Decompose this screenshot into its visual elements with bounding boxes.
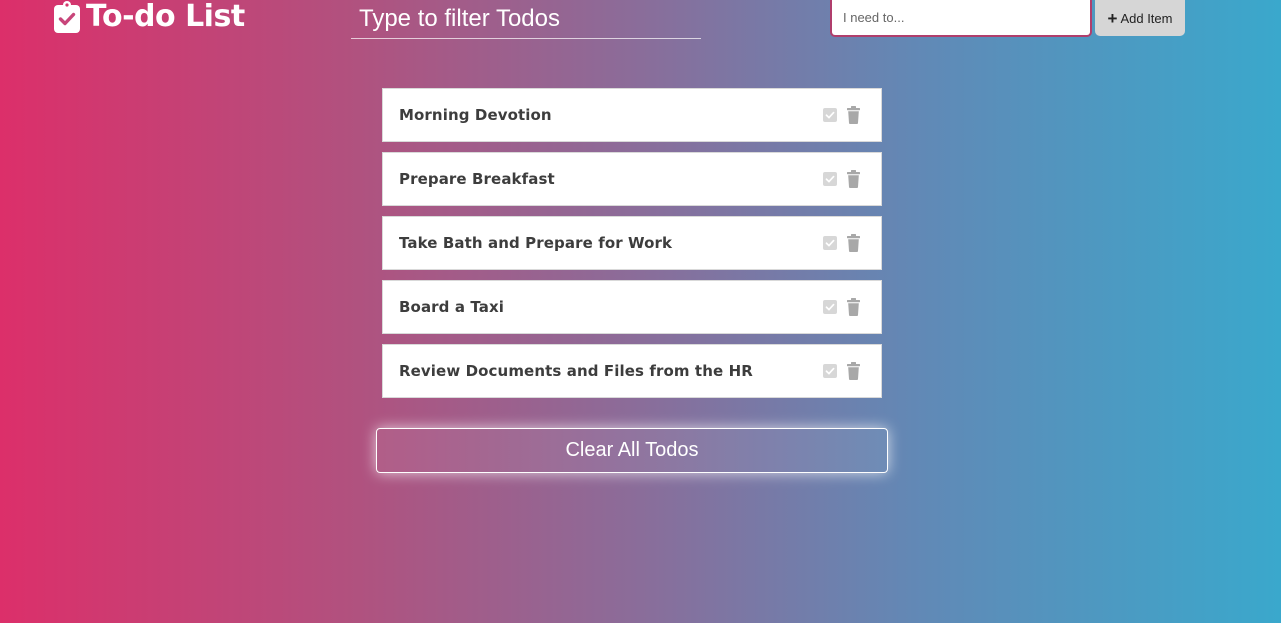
todo-text: Morning Devotion — [399, 106, 552, 124]
filter-input[interactable] — [351, 0, 701, 39]
clear-all-todos-button[interactable]: Clear All Todos — [376, 428, 888, 473]
trash-icon[interactable] — [847, 298, 860, 316]
trash-icon[interactable] — [847, 362, 860, 380]
plus-icon: + — [1107, 8, 1118, 28]
add-todo-form: + Add Item — [830, 0, 1185, 37]
check-square-icon[interactable] — [823, 172, 837, 186]
trash-icon[interactable] — [847, 234, 860, 252]
trash-icon[interactable] — [847, 106, 860, 124]
header: To-do List + Add Item — [0, 0, 1281, 44]
todo-text: Review Documents and Files from the HR — [399, 362, 753, 380]
new-todo-input[interactable] — [830, 0, 1092, 37]
todo-item: Board a Taxi — [382, 280, 882, 334]
check-square-icon[interactable] — [823, 108, 837, 122]
clipboard-check-icon — [54, 1, 80, 33]
add-item-label: Add Item — [1120, 10, 1173, 26]
todo-list: Morning Devotion Prepare Breakfast Take … — [382, 88, 882, 408]
check-square-icon[interactable] — [823, 300, 837, 314]
todo-text: Board a Taxi — [399, 298, 504, 316]
app-logo: To-do List — [54, 0, 245, 34]
todo-item: Take Bath and Prepare for Work — [382, 216, 882, 270]
todo-text: Prepare Breakfast — [399, 170, 555, 188]
check-square-icon[interactable] — [823, 236, 837, 250]
todo-item: Prepare Breakfast — [382, 152, 882, 206]
add-item-button[interactable]: + Add Item — [1095, 0, 1185, 36]
todo-text: Take Bath and Prepare for Work — [399, 234, 673, 252]
trash-icon[interactable] — [847, 170, 860, 188]
todo-item: Review Documents and Files from the HR — [382, 344, 882, 398]
check-square-icon[interactable] — [823, 364, 837, 378]
todo-item: Morning Devotion — [382, 88, 882, 142]
app-title: To-do List — [86, 0, 245, 34]
